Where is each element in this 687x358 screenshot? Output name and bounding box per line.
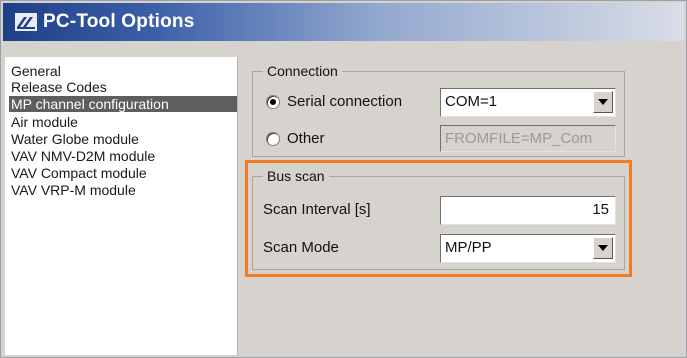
sidebar-item-vav-compact-module[interactable]: VAV Compact module <box>11 165 147 181</box>
sidebar-item-vav-vrp-m-module[interactable]: VAV VRP-M module <box>11 182 136 198</box>
options-window: PC-Tool Options General Release Codes MP… <box>0 0 687 358</box>
serial-connection-radio[interactable] <box>266 95 280 109</box>
connection-group-label: Connection <box>263 62 342 80</box>
sidebar-item-air-module[interactable]: Air module <box>11 114 78 130</box>
sidebar-item-release-codes[interactable]: Release Codes <box>11 79 107 95</box>
bus-scan-highlight-box <box>245 160 632 277</box>
connection-group: Connection Serial connection COM=1 Other… <box>252 62 625 157</box>
sidebar-item-water-globe-module[interactable]: Water Globe module <box>11 131 139 147</box>
options-category-list[interactable]: General Release Codes MP channel configu… <box>5 57 238 355</box>
serial-port-dropdown-button[interactable] <box>593 91 613 113</box>
serial-port-value: COM=1 <box>445 93 498 110</box>
radio-selected-dot <box>270 99 276 105</box>
other-connection-label: Other <box>287 130 325 147</box>
title-bar[interactable]: PC-Tool Options <box>3 3 684 41</box>
sidebar-item-mp-channel-configuration[interactable]: MP channel configuration <box>9 96 237 112</box>
sidebar-item-general[interactable]: General <box>11 63 61 79</box>
window-title: PC-Tool Options <box>43 11 195 32</box>
other-connection-radio[interactable] <box>266 132 280 146</box>
serial-connection-label: Serial connection <box>287 93 403 110</box>
serial-port-dropdown[interactable]: COM=1 <box>440 88 616 117</box>
chevron-down-icon <box>598 99 608 105</box>
app-logo-icon <box>15 13 37 31</box>
sidebar-item-vav-nmv-d2m-module[interactable]: VAV NMV-D2M module <box>11 148 155 164</box>
other-connection-input[interactable]: FROMFILE=MP_Com <box>440 125 616 152</box>
